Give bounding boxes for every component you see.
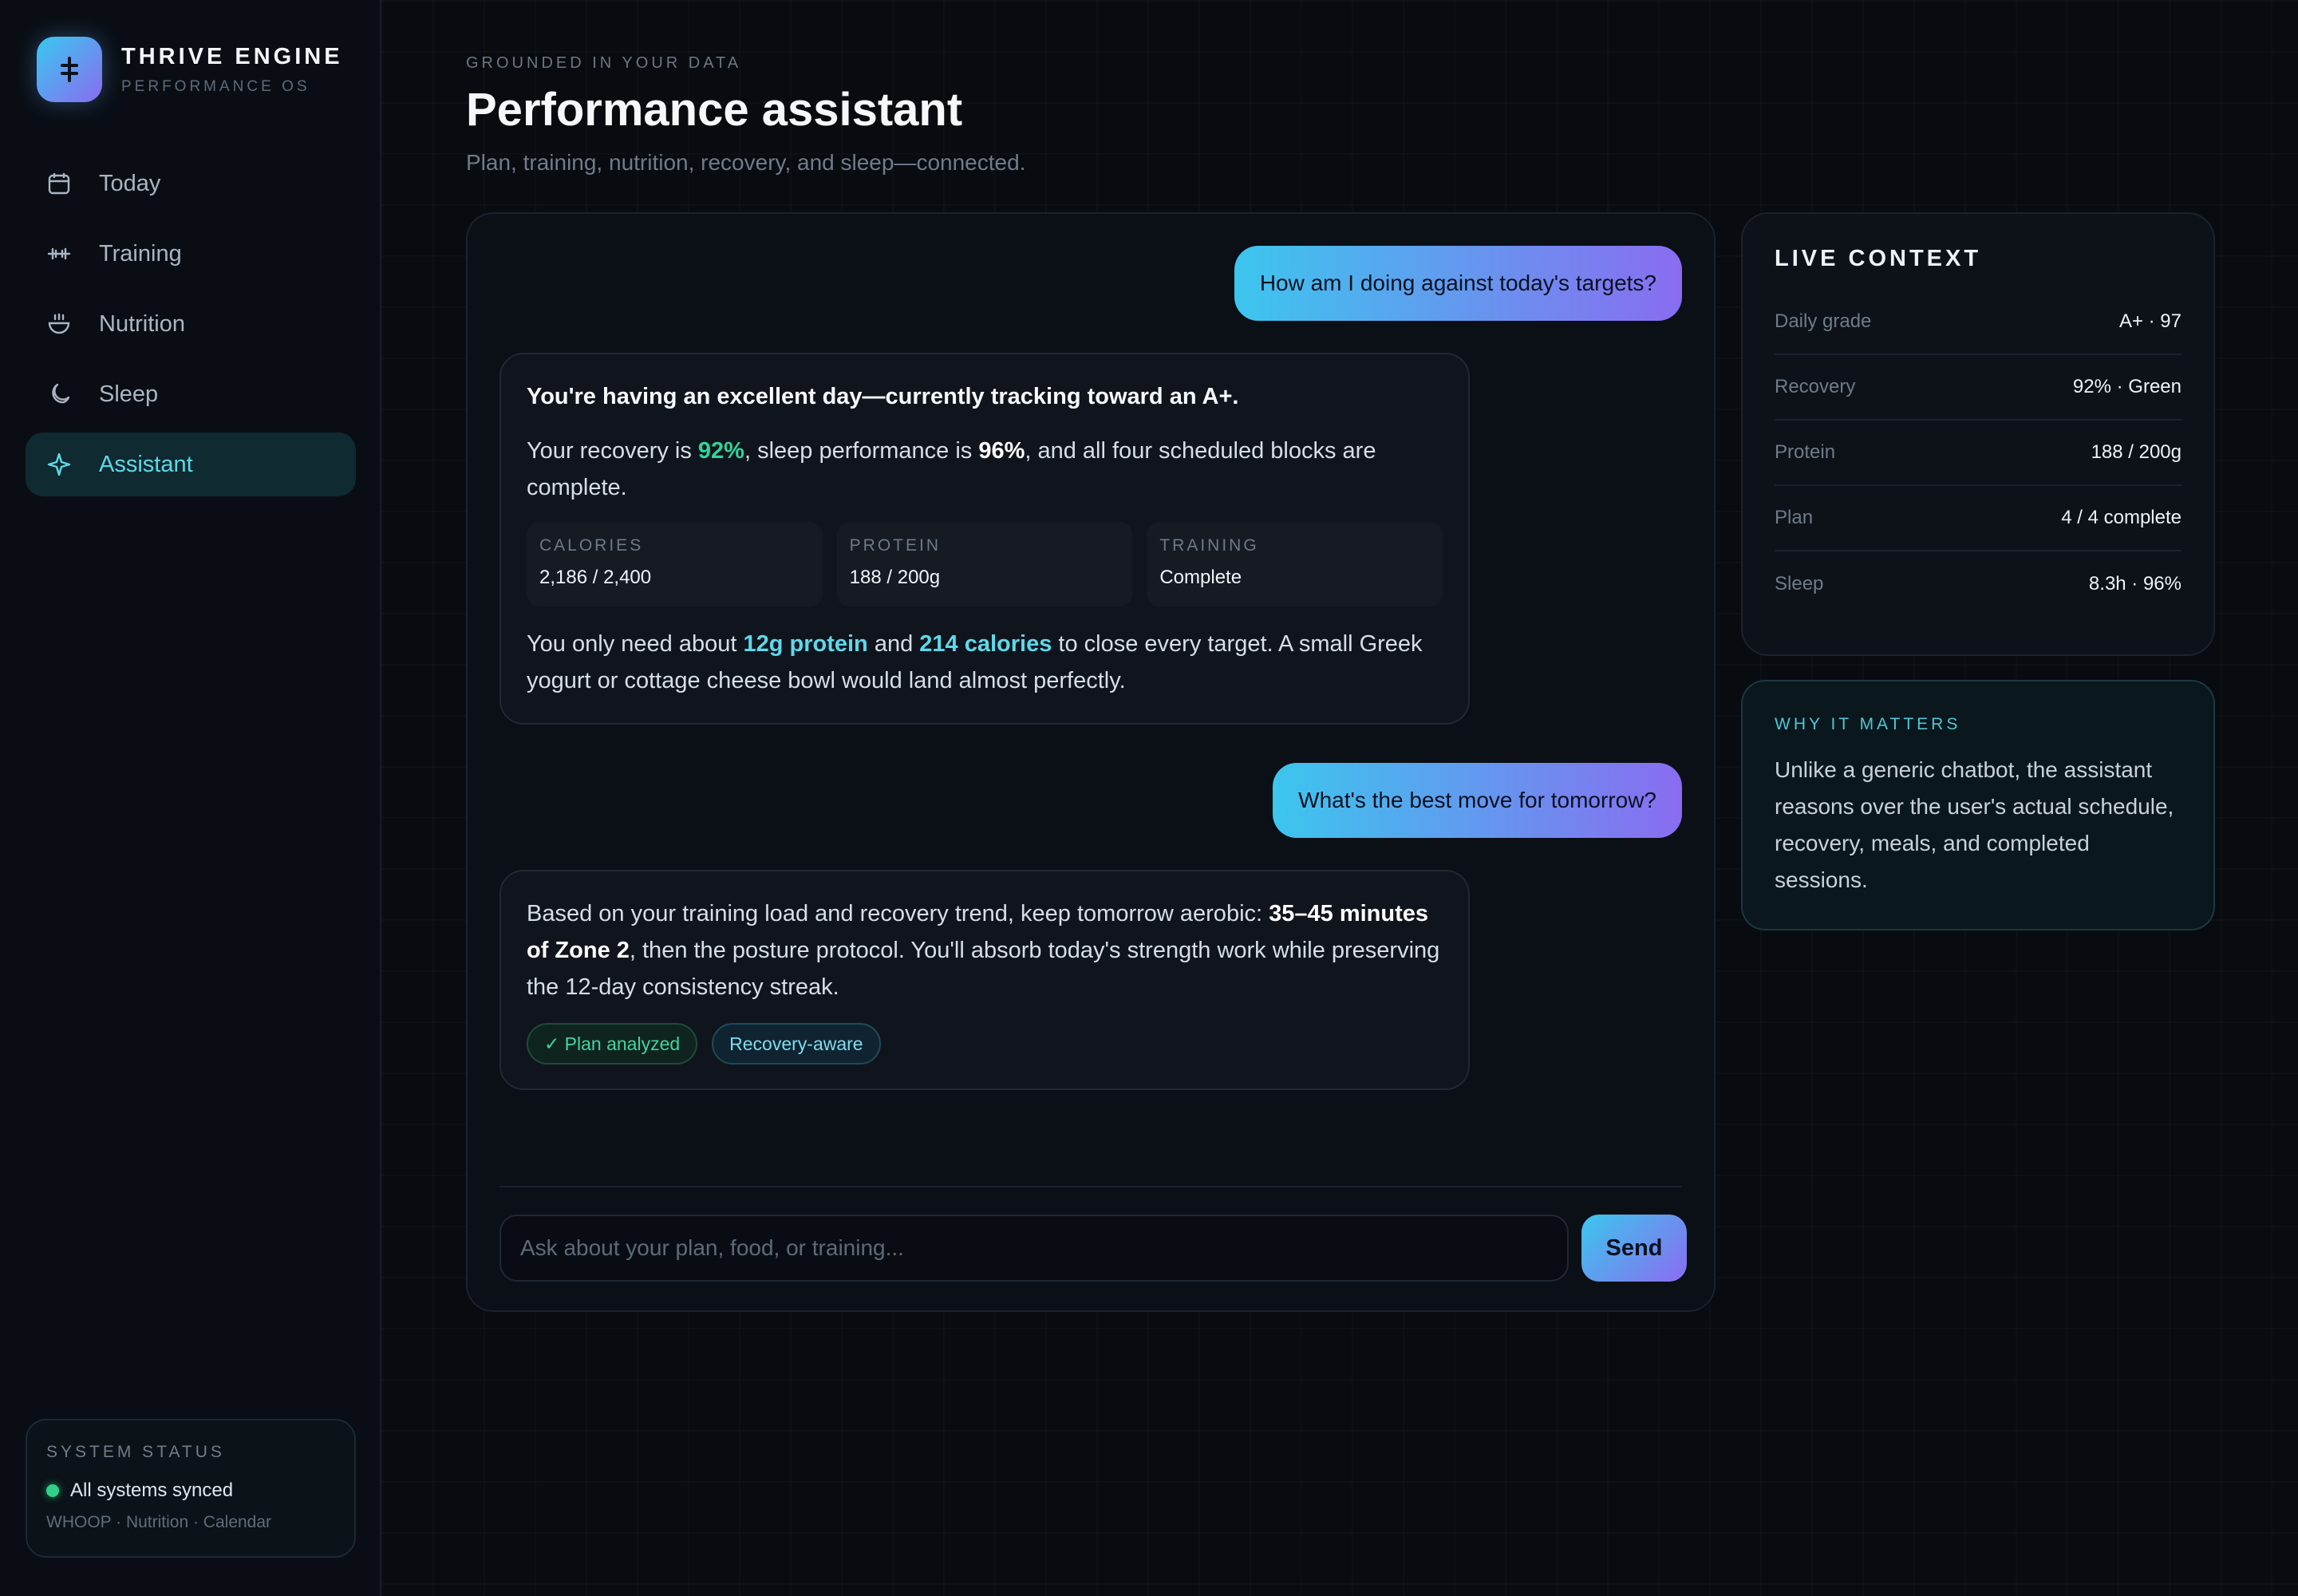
protein-highlight: 12g protein: [743, 631, 868, 657]
brand-subtitle: PERFORMANCE OS: [121, 77, 310, 95]
why-it-matters-card: WHY IT MATTERS Unlike a generic chatbot,…: [1741, 680, 2215, 930]
system-status-text: All systems synced: [70, 1479, 234, 1501]
assistant-message: Based on your training load and recovery…: [499, 870, 1470, 1090]
bowl-icon: [45, 310, 73, 338]
sidebar-item-sleep[interactable]: Sleep: [26, 362, 356, 426]
sidebar-item-label: Today: [99, 170, 161, 196]
sidebar-item-today[interactable]: Today: [26, 152, 356, 215]
assistant-paragraph: Your recovery is 92%, sleep performance …: [527, 433, 1443, 506]
context-value: 4 / 4 complete: [2061, 507, 2182, 528]
page-eyebrow: GROUNDED IN YOUR DATA: [466, 54, 742, 72]
sidebar-item-training[interactable]: Training: [26, 222, 356, 286]
live-context-title: LIVE CONTEXT: [1775, 246, 1982, 271]
context-row: Protein 188 / 200g: [1775, 421, 2182, 486]
metric-training: TRAINING Complete: [1147, 522, 1443, 606]
text-span: You only need about: [527, 631, 744, 657]
text-span: Based on your training load and recovery…: [527, 901, 1269, 926]
context-value: A+ · 97: [2118, 310, 2182, 332]
metric-label: CALORIES: [539, 536, 644, 555]
context-row: Daily grade A+ · 97: [1775, 290, 2182, 355]
send-button[interactable]: Send: [1581, 1215, 1687, 1282]
assistant-paragraph: You only need about 12g protein and 214 …: [527, 626, 1443, 699]
context-label: Sleep: [1775, 573, 1824, 595]
page-title: Performance assistant: [466, 84, 963, 136]
sidebar-item-label: Assistant: [99, 451, 193, 477]
status-dot-icon: [46, 1484, 59, 1497]
user-message: How am I doing against today's targets?: [1234, 246, 1682, 321]
assistant-headline: You're having an excellent day—currently…: [527, 384, 1239, 409]
context-label: Protein: [1775, 441, 1836, 463]
context-label: Plan: [1775, 507, 1814, 528]
cross-bar-icon: [37, 37, 102, 102]
tag-plan-analyzed: ✓ Plan analyzed: [527, 1023, 698, 1065]
context-value: 8.3h · 96%: [2088, 573, 2182, 595]
chat-input[interactable]: Ask about your plan, food, or training..…: [499, 1215, 1569, 1282]
sparkle-icon: [45, 450, 73, 479]
sidebar-item-label: Training: [99, 240, 182, 267]
text-span: Your recovery is: [527, 438, 698, 464]
user-message: What's the best move for tomorrow?: [1273, 763, 1682, 838]
text-span: , then the posture protocol. You'll abso…: [527, 938, 1440, 1000]
page-subtitle: Plan, training, nutrition, recovery, and…: [466, 150, 1026, 175]
text-span: and: [867, 631, 920, 657]
metric-row: CALORIES 2,186 / 2,400 PROTEIN 188 / 200…: [527, 522, 1443, 606]
context-value: 188 / 200g: [2091, 441, 2182, 463]
context-row: Plan 4 / 4 complete: [1775, 486, 2182, 551]
context-label: Daily grade: [1775, 310, 1872, 332]
app-root: THRIVE ENGINE PERFORMANCE OS Today Train…: [0, 0, 2298, 1596]
chat-panel: How am I doing against today's targets? …: [466, 212, 1716, 1312]
chat-divider: [499, 1186, 1682, 1187]
sidebar-item-label: Sleep: [99, 381, 159, 407]
context-label: Recovery: [1775, 376, 1856, 397]
tag-row: ✓ Plan analyzed Recovery-aware: [527, 1023, 1443, 1065]
metric-value: 188 / 200g: [849, 567, 941, 588]
assistant-message: You're having an excellent day—currently…: [499, 353, 1470, 725]
text-span: , sleep performance is: [744, 438, 979, 464]
why-it-matters-body: Unlike a generic chatbot, the assistant …: [1775, 757, 2174, 892]
sidebar-item-label: Nutrition: [99, 310, 185, 337]
brand[interactable]: THRIVE ENGINE PERFORMANCE OS: [37, 37, 343, 102]
system-status-sources: WHOOP · Nutrition · Calendar: [46, 1513, 272, 1531]
recovery-highlight: 92%: [697, 438, 744, 464]
why-it-matters-title: WHY IT MATTERS: [1775, 715, 1961, 733]
dumbbell-icon: [45, 239, 73, 268]
metric-label: PROTEIN: [849, 536, 942, 555]
sidebar: THRIVE ENGINE PERFORMANCE OS Today Train…: [0, 0, 381, 1596]
assistant-paragraph: Based on your training load and recovery…: [527, 895, 1443, 1005]
calendar-icon: [45, 169, 73, 198]
live-context-card: LIVE CONTEXT Daily grade A+ · 97 Recover…: [1741, 212, 2215, 656]
metric-calories: CALORIES 2,186 / 2,400: [527, 522, 823, 606]
metric-value: Complete: [1159, 567, 1242, 588]
metric-value: 2,186 / 2,400: [539, 567, 652, 588]
main-content: GROUNDED IN YOUR DATA Performance assist…: [381, 0, 2298, 1596]
sleep-highlight: 96%: [978, 438, 1025, 464]
sidebar-nav: Today Training Nutrition Sleep Assistant: [26, 152, 356, 503]
brand-name: THRIVE ENGINE: [121, 43, 343, 69]
moon-icon: [45, 380, 73, 409]
metric-protein: PROTEIN 188 / 200g: [836, 522, 1133, 606]
metric-label: TRAINING: [1159, 536, 1259, 555]
calories-highlight: 214 calories: [919, 631, 1052, 657]
context-value: 92% · Green: [2072, 376, 2182, 397]
sidebar-item-assistant[interactable]: Assistant: [26, 433, 356, 496]
context-row: Recovery 92% · Green: [1775, 355, 2182, 421]
system-status-title: SYSTEM STATUS: [46, 1443, 225, 1461]
sidebar-item-nutrition[interactable]: Nutrition: [26, 292, 356, 356]
context-row: Sleep 8.3h · 96%: [1775, 551, 2182, 617]
system-status-card: SYSTEM STATUS All systems synced WHOOP ·…: [26, 1419, 356, 1558]
tag-recovery-aware: Recovery-aware: [712, 1023, 881, 1065]
